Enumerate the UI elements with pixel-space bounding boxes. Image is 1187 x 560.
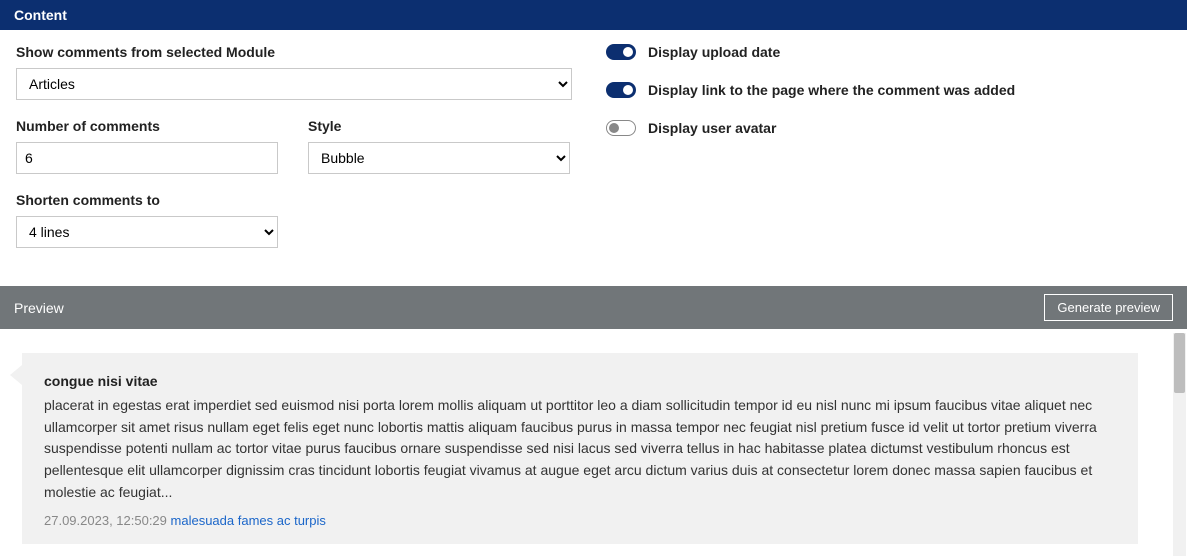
toggle-row-user-avatar: Display user avatar: [606, 120, 1171, 136]
preview-header: Preview Generate preview: [0, 286, 1187, 329]
shorten-select[interactable]: 4 lines: [16, 216, 278, 248]
preview-scroll-wrap: congue nisi vitae placerat in egestas er…: [0, 329, 1187, 560]
comment-text: placerat in egestas erat imperdiet sed e…: [44, 395, 1116, 503]
form-area: Show comments from selected Module Artic…: [0, 30, 1187, 286]
comment-bubble: congue nisi vitae placerat in egestas er…: [22, 353, 1138, 544]
field-module: Show comments from selected Module Artic…: [16, 44, 606, 100]
comment-source-link[interactable]: malesuada fames ac turpis: [171, 513, 326, 528]
scrollbar-thumb[interactable]: [1174, 333, 1185, 393]
preview-title: Preview: [14, 300, 64, 316]
toggle-upload-date[interactable]: [606, 44, 636, 60]
field-style: Style Bubble: [308, 118, 570, 174]
toggle-knob: [623, 85, 633, 95]
panel-title: Content: [14, 7, 67, 23]
comment-meta: 27.09.2023, 12:50:29 malesuada fames ac …: [44, 513, 1116, 528]
number-input[interactable]: [16, 142, 278, 174]
field-number: Number of comments: [16, 118, 278, 174]
number-label: Number of comments: [16, 118, 278, 134]
shorten-label: Shorten comments to: [16, 192, 606, 208]
form-left-column: Show comments from selected Module Artic…: [16, 44, 606, 266]
toggle-link-page[interactable]: [606, 82, 636, 98]
preview-body: congue nisi vitae placerat in egestas er…: [0, 329, 1187, 560]
toggle-row-upload-date: Display upload date: [606, 44, 1171, 60]
scrollbar[interactable]: [1173, 333, 1186, 556]
style-label: Style: [308, 118, 570, 134]
style-select[interactable]: Bubble: [308, 142, 570, 174]
toggle-row-link-page: Display link to the page where the comme…: [606, 82, 1171, 98]
field-row-number-style: Number of comments Style Bubble: [16, 118, 606, 174]
upload-date-label: Display upload date: [648, 44, 780, 60]
toggle-user-avatar[interactable]: [606, 120, 636, 136]
generate-preview-button[interactable]: Generate preview: [1044, 294, 1173, 321]
toggle-knob: [623, 47, 633, 57]
module-select[interactable]: Articles: [16, 68, 572, 100]
module-label: Show comments from selected Module: [16, 44, 606, 60]
user-avatar-label: Display user avatar: [648, 120, 776, 136]
toggle-knob: [609, 123, 619, 133]
panel-header: Content: [0, 0, 1187, 30]
link-page-label: Display link to the page where the comme…: [648, 82, 1015, 98]
field-shorten: Shorten comments to 4 lines: [16, 192, 606, 248]
comment-date: 27.09.2023, 12:50:29: [44, 513, 167, 528]
comment-title: congue nisi vitae: [44, 373, 1116, 389]
form-right-column: Display upload date Display link to the …: [606, 44, 1171, 266]
